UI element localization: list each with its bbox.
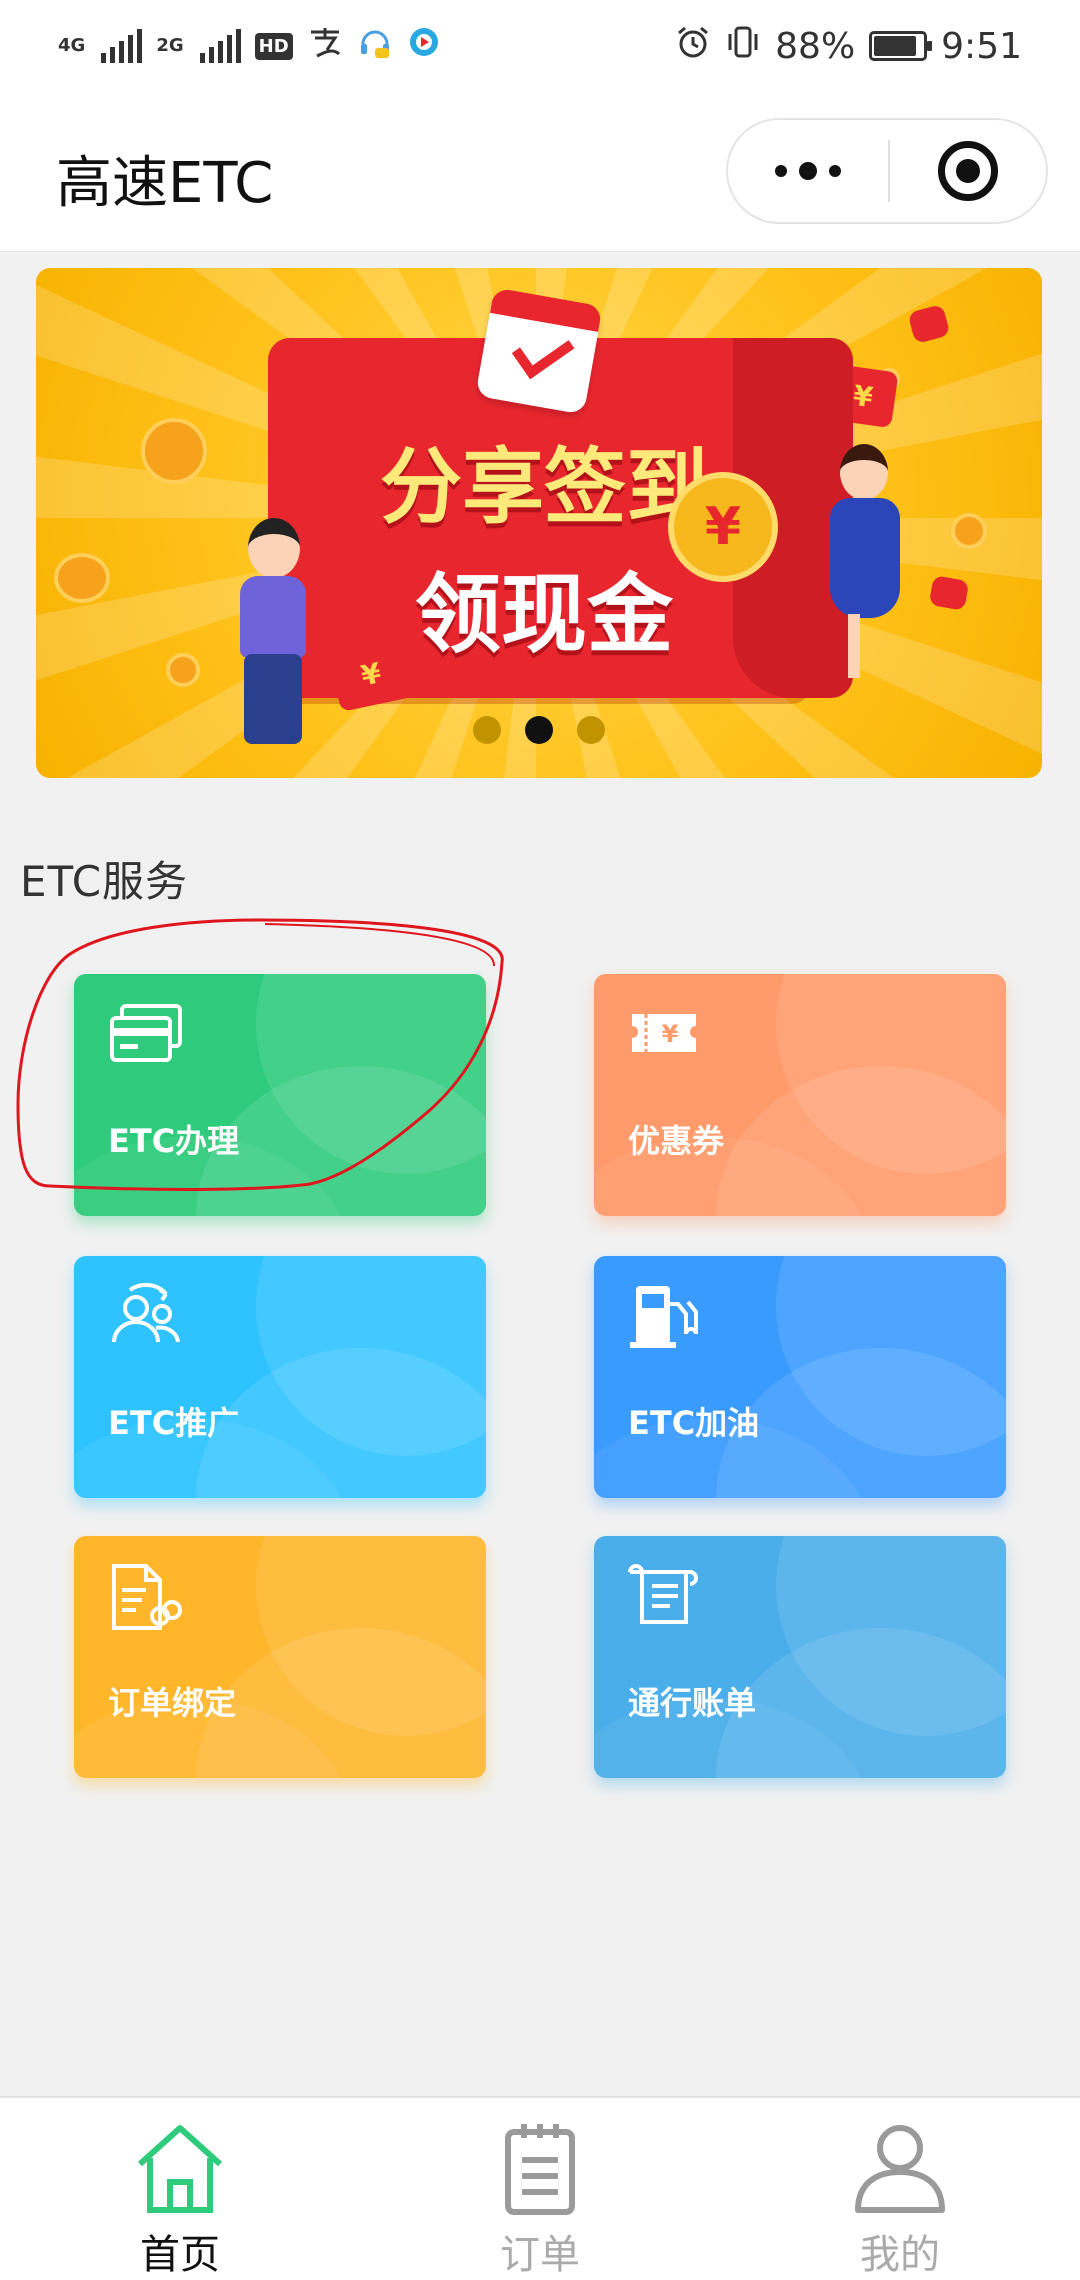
service-card-toll-bill[interactable]: 通行账单: [594, 1536, 1006, 1778]
service-label: ETC办理: [108, 1122, 240, 1160]
carousel-dot[interactable]: [473, 716, 501, 744]
user-icon: [855, 2125, 945, 2213]
tab-orders[interactable]: 订单: [360, 2098, 720, 2280]
service-label: 通行账单: [628, 1684, 757, 1722]
hd-badge: HD: [254, 32, 293, 60]
section-title: ETC服务: [20, 857, 189, 906]
bill-icon: [628, 1564, 698, 1624]
app-icon: [407, 25, 441, 68]
signal-icon-2: [199, 29, 241, 63]
svg-text:¥: ¥: [662, 1020, 679, 1048]
tab-label: 订单: [500, 2232, 580, 2278]
carousel-indicators: [36, 716, 1042, 744]
vibrate-icon: [725, 24, 761, 69]
mini-program-capsule: [726, 118, 1048, 224]
home-icon: [137, 2125, 223, 2213]
service-card-etc-promotion[interactable]: ETC推广: [74, 1256, 486, 1498]
network-type-1: 4G: [58, 35, 86, 56]
tab-label: 我的: [860, 2232, 940, 2278]
coin-icon: ¥: [668, 472, 778, 582]
status-bar: 4G 2G HD 88% 9:51: [0, 0, 1080, 92]
headset-icon: [357, 24, 393, 69]
service-card-etc-apply[interactable]: ETC办理: [74, 974, 486, 1216]
service-label: 优惠券: [628, 1122, 725, 1160]
network-type-2: 2G: [156, 35, 184, 56]
more-dots-icon[interactable]: [728, 120, 888, 222]
calendar-check-icon: [475, 287, 603, 415]
service-label: ETC推广: [108, 1404, 240, 1442]
alipay-icon: [307, 24, 343, 69]
service-label: 订单绑定: [108, 1684, 237, 1722]
signal-icon: [101, 29, 143, 63]
clock: 9:51: [941, 25, 1022, 67]
battery-icon: [869, 31, 933, 61]
service-card-etc-fuel[interactable]: ETC加油: [594, 1256, 1006, 1498]
service-card-coupon[interactable]: ¥ 优惠券: [594, 974, 1006, 1216]
battery-percent: 88%: [775, 25, 856, 67]
man-with-megaphone-illustration: [218, 518, 328, 748]
carousel-dot[interactable]: [577, 716, 605, 744]
fuel-pump-icon: [630, 1286, 698, 1348]
status-left: 4G 2G HD: [58, 24, 441, 69]
service-card-order-binding[interactable]: 订单绑定: [74, 1536, 486, 1778]
page-title: 高速ETC: [56, 151, 274, 216]
close-mini-program-button[interactable]: [890, 120, 1046, 222]
document-link-icon: [112, 1564, 182, 1630]
bottom-tab-bar: 首页 订单 我的: [0, 2096, 1080, 2280]
tab-label: 首页: [140, 2232, 220, 2278]
woman-jumping-illustration: [818, 444, 914, 678]
target-icon: [938, 141, 998, 201]
clipboard-icon: [505, 2124, 575, 2215]
coupon-icon: ¥: [632, 1014, 696, 1052]
status-right: 88% 9:51: [675, 24, 1022, 69]
promo-banner[interactable]: ¥ 分享签到 领现金 ¥ ¥: [36, 268, 1042, 778]
service-label: ETC加油: [628, 1404, 760, 1442]
battery-fill: [874, 36, 917, 56]
tab-profile[interactable]: 我的: [720, 2098, 1080, 2280]
people-icon: [112, 1282, 180, 1343]
carousel-dot[interactable]: [525, 716, 553, 744]
tab-home[interactable]: 首页: [0, 2098, 360, 2280]
alarm-icon: [675, 24, 711, 69]
nav-header: 高速ETC: [0, 92, 1080, 252]
card-icon: [110, 1004, 182, 1062]
